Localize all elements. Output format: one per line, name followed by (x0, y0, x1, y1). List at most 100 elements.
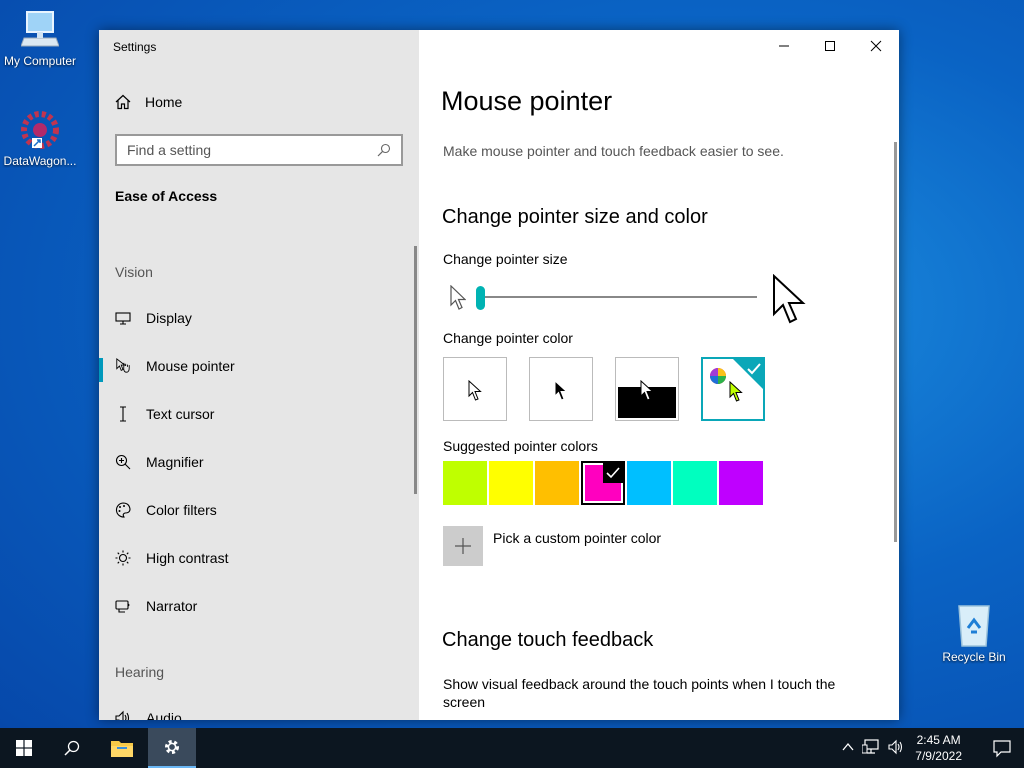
pointer-color-white[interactable] (443, 357, 507, 421)
home-icon (115, 94, 131, 110)
sidebar-item-label: Magnifier (146, 454, 204, 470)
search-icon (64, 740, 80, 756)
sidebar-item-label: Mouse pointer (146, 358, 235, 374)
selected-check-icon (603, 463, 623, 483)
gear-icon (165, 740, 179, 754)
touch-feedback-description: Show visual feedback around the touch po… (443, 676, 836, 710)
desktop-icon-label: DataWagon... (3, 154, 77, 168)
notification-icon (993, 740, 1011, 758)
search-icon[interactable] (377, 143, 391, 157)
taskbar-settings[interactable] (148, 728, 196, 768)
suggested-colors-label: Suggested pointer colors (443, 438, 598, 454)
desktop-icon-label: Recycle Bin (942, 650, 1006, 664)
search-box[interactable] (115, 134, 403, 166)
magnifier-icon (115, 454, 131, 470)
taskbar: 2:45 AM 7/9/2022 (0, 728, 1024, 768)
suggested-color-swatch[interactable] (443, 461, 487, 505)
folder-icon (111, 741, 133, 757)
settings-sidebar: Settings Home Ease of Access Vision Disp… (99, 30, 419, 720)
clock-date: 7/9/2022 (915, 749, 962, 763)
close-button[interactable] (853, 30, 899, 62)
narrator-icon (115, 598, 131, 614)
speaker-icon (115, 710, 131, 720)
show-hidden-icons-button[interactable] (842, 740, 854, 759)
small-pointer-icon (450, 285, 466, 310)
start-button[interactable] (0, 728, 48, 768)
sidebar-section-title: Ease of Access (115, 188, 218, 204)
palette-icon (115, 502, 131, 518)
pointer-color-custom[interactable] (701, 357, 765, 421)
page-title: Mouse pointer (441, 86, 613, 116)
sidebar-scrollbar[interactable] (414, 246, 417, 494)
maximize-button[interactable] (807, 30, 853, 62)
pointer-color-label: Change pointer color (443, 330, 573, 346)
sidebar-item-label: Narrator (146, 598, 198, 614)
pointer-size-label: Change pointer size (443, 251, 568, 267)
pointer-size-slider-track[interactable] (481, 296, 757, 298)
sidebar-item-label: Text cursor (146, 406, 215, 422)
sidebar-item-label: High contrast (146, 550, 229, 566)
minimize-icon (779, 45, 789, 47)
sidebar-item-home[interactable]: Home (115, 94, 182, 110)
pointer-color-black[interactable] (529, 357, 593, 421)
white-pointer-icon (468, 380, 482, 401)
sidebar-item-text-cursor[interactable]: Text cursor (99, 394, 419, 434)
suggested-color-swatch[interactable] (535, 461, 579, 505)
content-pane: Mouse pointer Make mouse pointer and tou… (419, 30, 899, 720)
sidebar-item-high-contrast[interactable]: High contrast (99, 538, 419, 578)
content-scrollbar[interactable] (894, 142, 897, 542)
suggested-color-swatch[interactable] (581, 461, 625, 505)
text-cursor-icon (115, 406, 131, 422)
sidebar-item-label: Audio (146, 710, 182, 720)
windows-logo-icon (16, 740, 32, 756)
taskbar-file-explorer[interactable] (98, 728, 146, 768)
recycle-bin-icon (958, 605, 990, 647)
black-pointer-icon (554, 380, 568, 401)
sidebar-item-label: Home (145, 94, 183, 110)
desktop-icon-label: My Computer (3, 54, 77, 68)
sidebar-item-audio[interactable]: Audio (99, 698, 419, 720)
custom-color-plus-button[interactable] (443, 526, 483, 566)
speaker-icon (888, 739, 903, 755)
mouse-pointer-icon (115, 357, 131, 374)
desktop-icon-recycle-bin[interactable]: Recycle Bin (934, 602, 1014, 664)
sidebar-group-vision: Vision (115, 264, 153, 280)
section-heading-touch: Change touch feedback (442, 629, 654, 651)
monitor-icon (115, 310, 131, 326)
action-center-button[interactable] (992, 738, 1012, 763)
datawagon-shortcut-icon (21, 111, 59, 149)
plus-icon (455, 538, 471, 554)
sidebar-item-mouse-pointer[interactable]: Mouse pointer (99, 346, 419, 386)
section-heading-size-color: Change pointer size and color (442, 206, 708, 228)
network-icon (861, 739, 879, 754)
suggested-color-swatch[interactable] (489, 461, 533, 505)
maximize-icon (825, 41, 835, 51)
volume-tray-button[interactable] (888, 739, 904, 760)
clock[interactable]: 2:45 AM 7/9/2022 (915, 732, 962, 764)
suggested-color-swatch[interactable] (673, 461, 717, 505)
brightness-icon (115, 550, 131, 566)
selected-check-icon (733, 359, 763, 389)
sidebar-item-display[interactable]: Display (99, 298, 419, 338)
pointer-size-slider-thumb[interactable] (476, 286, 485, 310)
clock-time: 2:45 AM (916, 733, 961, 747)
suggested-color-swatch[interactable] (627, 461, 671, 505)
minimize-button[interactable] (761, 30, 807, 62)
large-pointer-icon (773, 274, 806, 324)
settings-window: Settings Home Ease of Access Vision Disp… (99, 30, 899, 720)
computer-icon (21, 11, 59, 47)
inverted-pointer-icon (640, 380, 654, 401)
desktop-icon-datawagon[interactable]: DataWagon... (0, 108, 80, 168)
sidebar-group-hearing: Hearing (115, 664, 165, 680)
network-tray-button[interactable] (861, 739, 880, 760)
sidebar-item-color-filters[interactable]: Color filters (99, 490, 419, 530)
taskbar-search-button[interactable] (48, 728, 96, 768)
custom-color-link[interactable]: Pick a custom pointer color (493, 530, 661, 546)
sidebar-item-narrator[interactable]: Narrator (99, 586, 419, 626)
window-title: Settings (113, 40, 157, 54)
search-input[interactable] (127, 142, 377, 158)
desktop-icon-my-computer[interactable]: My Computer (0, 10, 80, 68)
pointer-color-inverted[interactable] (615, 357, 679, 421)
suggested-color-swatch[interactable] (719, 461, 763, 505)
sidebar-item-magnifier[interactable]: Magnifier (99, 442, 419, 482)
